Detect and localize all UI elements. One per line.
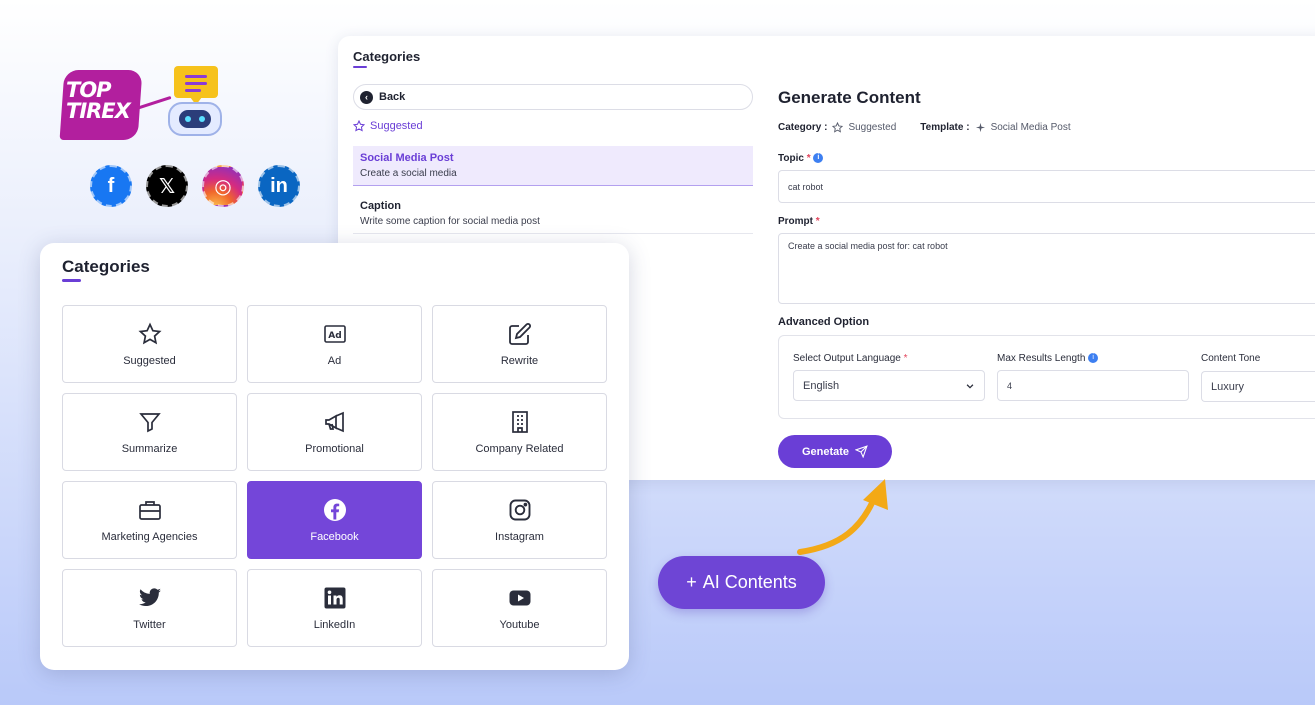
brand-logo: TOP TIREX (59, 66, 232, 146)
briefcase-icon (138, 500, 161, 520)
tone-value: Luxury (1211, 380, 1245, 393)
tone-label: Content Tone (1201, 353, 1261, 364)
chevron-down-icon (966, 383, 974, 389)
curved-arrow-icon (797, 479, 888, 555)
category-label: Instagram (495, 530, 544, 543)
send-icon (855, 445, 868, 458)
logo-line2: TIREX (66, 99, 131, 123)
facebook-icon[interactable]: f (90, 165, 132, 207)
category-label: Rewrite (500, 354, 539, 367)
category-grid: Suggested Ad Ad Rewrite Summarize Promot… (62, 305, 607, 647)
instagram-icon (509, 499, 530, 520)
category-marketing-agencies[interactable]: Marketing Agencies (62, 481, 237, 559)
topic-label: Topic * i (778, 153, 824, 164)
template-value: Social Media Post (990, 122, 1071, 133)
template-title: Social Media Post (360, 152, 454, 164)
language-value: English (803, 379, 840, 392)
prompt-value: Create a social media post for: cat robo… (788, 241, 948, 251)
suggested-header[interactable]: Suggested (353, 120, 423, 132)
advanced-option-title: Advanced Option (778, 316, 870, 328)
plus-icon: + (686, 572, 697, 592)
twitter-icon (138, 587, 161, 606)
content-meta: Category : Suggested Template : Social M… (778, 122, 1071, 133)
youtube-icon (509, 590, 530, 605)
x-icon[interactable]: 𝕏 (146, 165, 188, 207)
building-icon (511, 410, 528, 433)
back-label: Back (379, 91, 406, 103)
category-label: Youtube (499, 618, 540, 631)
template-desc: Create a social media (360, 168, 457, 179)
star-icon (137, 321, 162, 344)
category-linkedin[interactable]: LinkedIn (247, 569, 422, 647)
arrow-left-icon: ‹ (360, 90, 373, 104)
linkedin-icon[interactable]: in (258, 165, 300, 207)
megaphone-icon (324, 411, 344, 432)
template-item-social-media-post[interactable]: Social Media Post Create a social media (353, 146, 753, 186)
category-label: LinkedIn (313, 618, 356, 631)
category-rewrite[interactable]: Rewrite (432, 305, 607, 383)
ai-contents-label: AI Contents (702, 572, 797, 592)
prompt-label: Prompt * (778, 216, 820, 227)
social-links: f 𝕏 ◎ in (90, 165, 300, 207)
category-label: Facebook (310, 530, 359, 543)
categories-panel: Categories Suggested Ad Ad Rewrite Summa… (40, 243, 629, 670)
template-item-caption[interactable]: Caption Write some caption for social me… (353, 194, 753, 234)
star-icon (353, 120, 365, 132)
category-label: Promotional (305, 442, 364, 455)
template-title: Caption (360, 200, 401, 212)
category-instagram[interactable]: Instagram (432, 481, 607, 559)
category-label: Marketing Agencies (101, 530, 198, 543)
suggested-label: Suggested (370, 120, 423, 132)
sparkle-icon (975, 122, 985, 133)
language-select[interactable]: English (793, 370, 985, 401)
category-label: Twitter (133, 618, 166, 631)
svg-text:Ad: Ad (328, 331, 341, 341)
category-label: Ad (327, 354, 342, 367)
generate-button[interactable]: Genetate (778, 435, 892, 468)
categories-title: Categories (62, 257, 150, 276)
category-label: Category : (778, 122, 828, 133)
template-label: Template : (920, 122, 970, 133)
linkedin-icon (324, 587, 345, 608)
star-icon (832, 122, 844, 133)
topic-input[interactable]: cat robot (778, 170, 1315, 203)
category-company-related[interactable]: Company Related (432, 393, 607, 471)
prompt-textarea[interactable]: Create a social media post for: cat robo… (778, 233, 1315, 304)
info-icon: i (1088, 353, 1099, 364)
category-twitter[interactable]: Twitter (62, 569, 237, 647)
category-youtube[interactable]: Youtube (432, 569, 607, 647)
language-label: Select Output Language * (793, 353, 908, 364)
template-desc: Write some caption for social media post (360, 216, 540, 227)
title-underline (62, 279, 81, 282)
ad-icon: Ad (323, 324, 346, 343)
category-label: Company Related (475, 442, 564, 455)
max-results-value: 4 (1007, 380, 1013, 391)
generate-label: Genetate (801, 445, 850, 458)
category-suggested[interactable]: Suggested (62, 305, 237, 383)
instagram-icon[interactable]: ◎ (202, 165, 244, 207)
category-label: Suggested (123, 354, 176, 367)
generate-content-title: Generate Content (778, 88, 921, 107)
tone-select[interactable]: Luxury (1201, 371, 1315, 402)
ai-contents-badge[interactable]: + AI Contents (658, 556, 825, 609)
edit-icon (508, 322, 531, 345)
category-ad[interactable]: Ad Ad (247, 305, 422, 383)
title-underline (353, 66, 367, 68)
max-results-input[interactable]: 4 (997, 370, 1189, 401)
filter-icon (138, 412, 161, 432)
panel-title: Categories (353, 49, 421, 64)
category-value: Suggested (848, 122, 897, 133)
max-results-label: Max Results Length i (997, 353, 1099, 364)
category-facebook[interactable]: Facebook (247, 481, 422, 559)
back-button[interactable]: ‹ Back (353, 84, 753, 110)
category-label: Summarize (121, 442, 178, 455)
category-summarize[interactable]: Summarize (62, 393, 237, 471)
facebook-icon (323, 498, 346, 521)
info-icon: i (813, 153, 824, 164)
logo-line1: TOP (66, 78, 112, 102)
category-promotional[interactable]: Promotional (247, 393, 422, 471)
robot-icon (164, 66, 226, 140)
logo-text: TOP TIREX (66, 80, 142, 122)
topic-value: cat robot (788, 181, 824, 192)
